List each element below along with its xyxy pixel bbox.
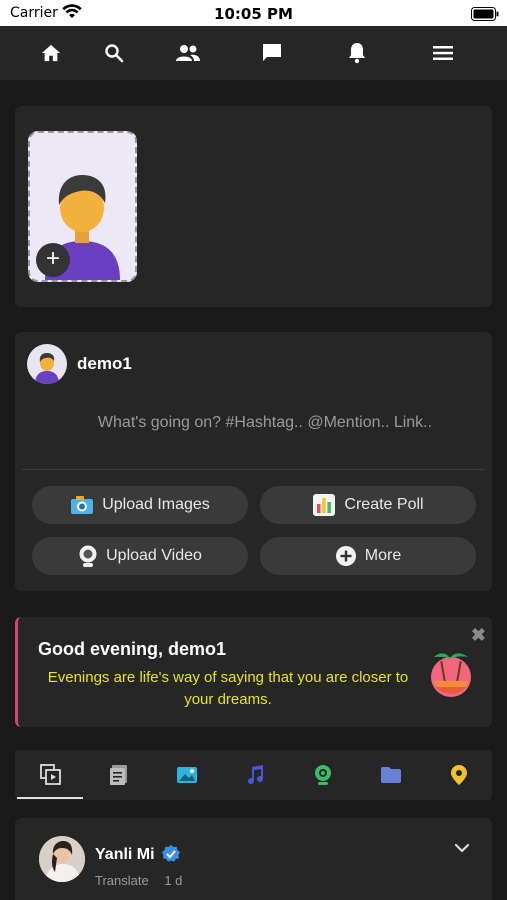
greeting-banner: Good evening, demo1 Evenings are life's … xyxy=(15,617,492,727)
upload-video-label: Upload Video xyxy=(106,547,202,564)
battery-icon xyxy=(471,6,499,25)
verified-badge-icon xyxy=(161,844,181,869)
translate-link[interactable]: Translate xyxy=(95,873,149,888)
avatar[interactable] xyxy=(39,836,85,882)
search-icon[interactable] xyxy=(90,26,138,80)
upload-video-button[interactable]: Upload Video xyxy=(32,537,248,575)
webcam-icon xyxy=(78,544,98,568)
composer-username: demo1 xyxy=(77,354,132,373)
video-icon[interactable] xyxy=(289,750,357,800)
top-nav xyxy=(0,26,507,80)
all-posts-icon[interactable] xyxy=(17,750,85,800)
more-button[interactable]: More xyxy=(260,537,476,575)
notifications-icon[interactable] xyxy=(333,26,381,80)
post-meta: Translate 1 d xyxy=(95,873,194,888)
post-author[interactable]: Yanli Mi xyxy=(95,846,155,864)
plus-circle-icon xyxy=(335,545,357,567)
status-bar: Carrier 10:05 PM xyxy=(0,0,507,26)
more-label: More xyxy=(364,547,402,564)
upload-images-button[interactable]: Upload Images xyxy=(32,486,248,524)
articles-icon[interactable] xyxy=(85,750,153,800)
stories-section: + xyxy=(15,106,492,307)
messages-icon[interactable] xyxy=(248,26,296,80)
divider xyxy=(22,469,485,470)
home-icon[interactable] xyxy=(27,26,75,80)
photos-icon[interactable] xyxy=(153,750,221,800)
poll-chart-icon xyxy=(312,493,336,517)
greeting-message: Evenings are life's way of saying that y… xyxy=(47,669,409,708)
menu-icon[interactable] xyxy=(419,26,467,80)
create-poll-button[interactable]: Create Poll xyxy=(260,486,476,524)
create-poll-label: Create Poll xyxy=(344,496,424,513)
files-icon[interactable] xyxy=(357,750,425,800)
sunset-island-icon xyxy=(428,647,474,704)
post-card: Yanli Mi Translate 1 d xyxy=(15,818,492,900)
avatar xyxy=(27,344,67,384)
places-icon[interactable] xyxy=(425,750,493,800)
greeting-title: Good evening, demo1 xyxy=(38,639,227,659)
post-composer: demo1 Upload Images Create Poll Upload V… xyxy=(15,332,492,591)
chevron-down-icon[interactable] xyxy=(454,840,470,858)
friends-icon[interactable] xyxy=(164,26,212,80)
upload-images-label: Upload Images xyxy=(102,496,210,513)
add-story-tile[interactable]: + xyxy=(28,131,137,282)
feed-filter-tabs xyxy=(15,750,492,800)
active-tab-indicator xyxy=(17,797,83,799)
close-icon[interactable]: ✖ xyxy=(471,625,486,646)
camera-icon xyxy=(70,495,94,515)
post-input[interactable] xyxy=(55,410,475,436)
music-icon[interactable] xyxy=(221,750,289,800)
clock: 10:05 PM xyxy=(214,5,293,23)
add-story-button[interactable]: + xyxy=(36,243,70,277)
post-time: 1 d xyxy=(164,873,183,888)
